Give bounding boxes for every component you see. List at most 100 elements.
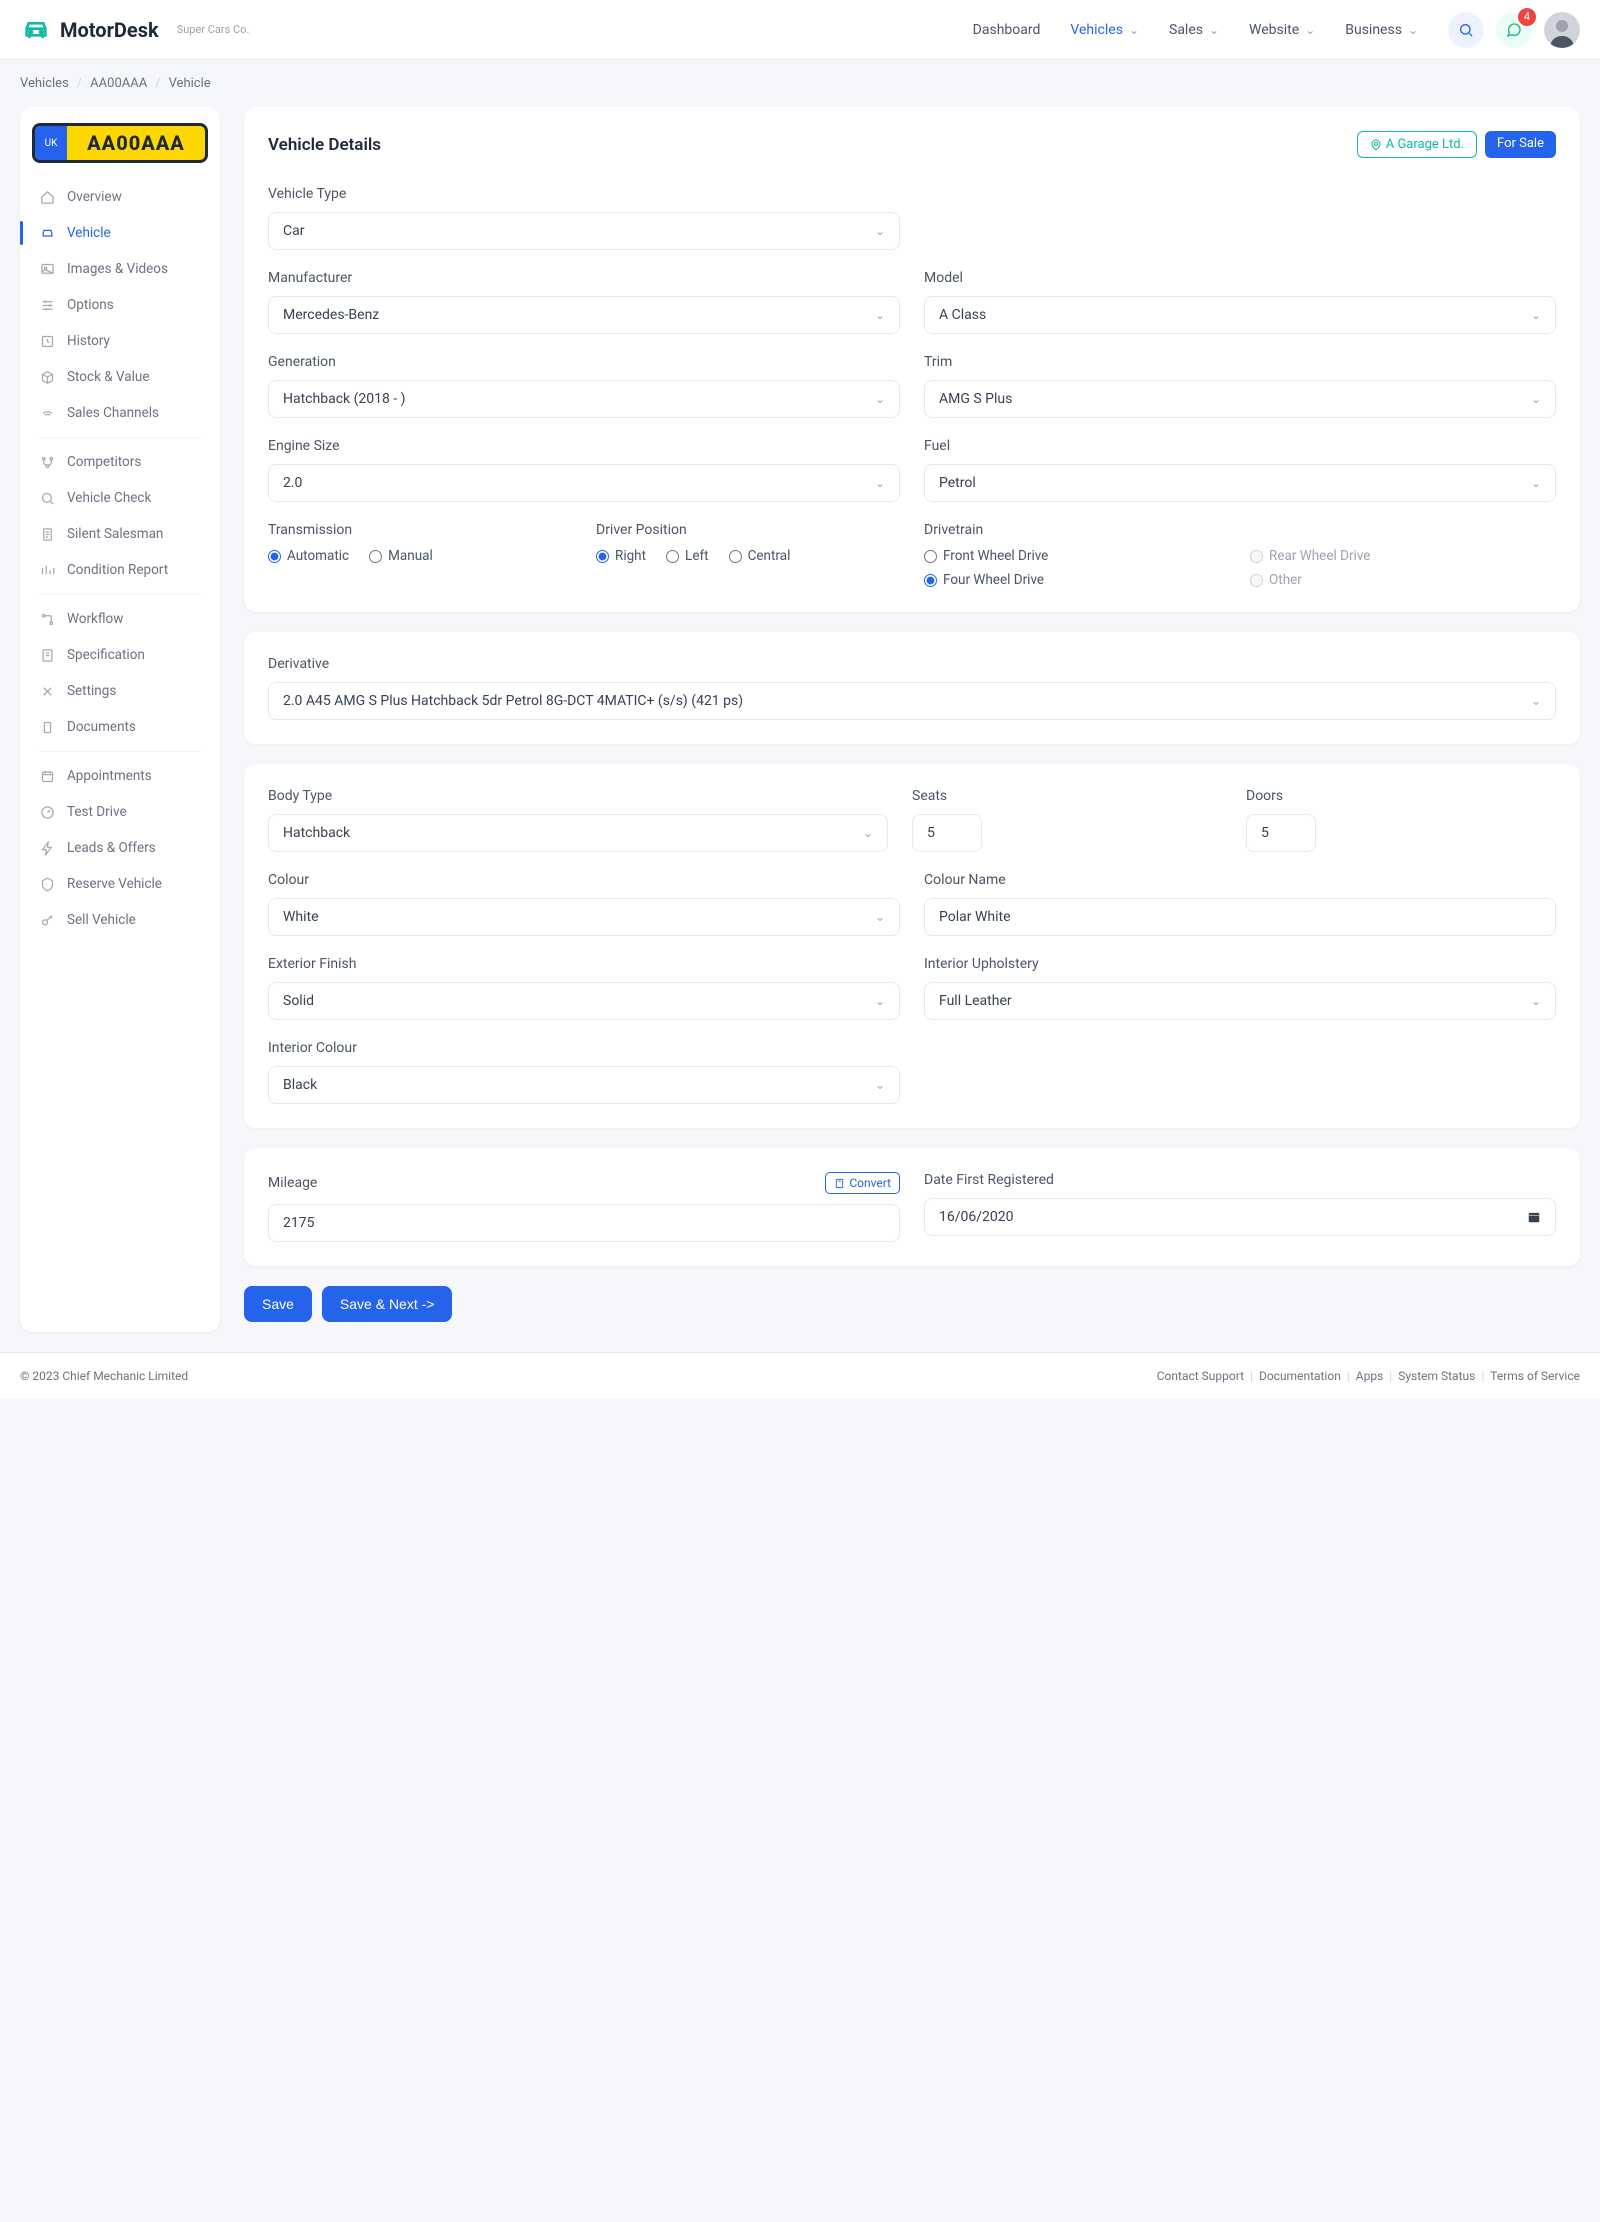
footer-link-contact-support[interactable]: Contact Support — [1157, 1369, 1244, 1383]
select-colour[interactable]: White⌄ — [268, 898, 900, 936]
chevron-down-icon: ⌄ — [1531, 476, 1541, 490]
radio-right[interactable]: Right — [596, 548, 646, 564]
sidebar-item-overview[interactable]: Overview — [20, 179, 220, 215]
sidebar-item-sell-vehicle[interactable]: Sell Vehicle — [20, 902, 220, 938]
breadcrumb-item[interactable]: AA00AAA — [90, 76, 147, 91]
select-trim[interactable]: AMG S Plus⌄ — [924, 380, 1556, 418]
radio-other: Other — [1250, 572, 1556, 588]
sidebar-item-reserve-vehicle[interactable]: Reserve Vehicle — [20, 866, 220, 902]
input-mileage[interactable]: 2175 — [268, 1204, 900, 1242]
nav-sales[interactable]: Sales⌄ — [1169, 22, 1219, 38]
label-derivative: Derivative — [268, 656, 1556, 672]
sidebar-item-settings[interactable]: Settings — [20, 673, 220, 709]
sidebar-item-documents[interactable]: Documents — [20, 709, 220, 745]
label-colour: Colour — [268, 872, 900, 888]
select-exterior-finish[interactable]: Solid⌄ — [268, 982, 900, 1020]
radio-left[interactable]: Left — [666, 548, 709, 564]
input-doors[interactable]: 5 — [1246, 814, 1316, 852]
select-fuel[interactable]: Petrol⌄ — [924, 464, 1556, 502]
field-transmission: Transmission Automatic Manual — [268, 522, 572, 588]
search-icon — [1458, 22, 1474, 38]
label-model: Model — [924, 270, 1556, 286]
report-icon — [40, 563, 55, 578]
select-manufacturer[interactable]: Mercedes-Benz⌄ — [268, 296, 900, 334]
radio-four-wheel-drive[interactable]: Four Wheel Drive — [924, 572, 1230, 588]
sidebar-item-appointments[interactable]: Appointments — [20, 758, 220, 794]
sidebar-item-test-drive[interactable]: Test Drive — [20, 794, 220, 830]
field-exterior-finish: Exterior Finish Solid⌄ — [268, 956, 900, 1020]
body-card: Body Type Hatchback⌄ Seats 5 Doors 5 Col… — [244, 764, 1580, 1128]
label-colour-name: Colour Name — [924, 872, 1556, 888]
sidebar-item-competitors[interactable]: Competitors — [20, 444, 220, 480]
logo[interactable]: MotorDesk Super Cars Co. — [20, 14, 249, 46]
input-colour-name[interactable]: Polar White — [924, 898, 1556, 936]
sidebar-item-specification[interactable]: Specification — [20, 637, 220, 673]
label-interior-upholstery: Interior Upholstery — [924, 956, 1556, 972]
chevron-down-icon: ⌄ — [1531, 392, 1541, 406]
radio-front-wheel-drive[interactable]: Front Wheel Drive — [924, 548, 1230, 564]
location-badge[interactable]: A Garage Ltd. — [1357, 131, 1477, 158]
sidebar-item-history[interactable]: History — [20, 323, 220, 359]
chat-button[interactable]: 4 — [1496, 12, 1532, 48]
sidebar-item-stock-value[interactable]: Stock & Value — [20, 359, 220, 395]
chevron-down-icon: ⌄ — [1305, 23, 1315, 37]
select-engine-size[interactable]: 2.0⌄ — [268, 464, 900, 502]
label-transmission: Transmission — [268, 522, 572, 538]
field-drivetrain: Drivetrain Front Wheel DriveRear Wheel D… — [924, 522, 1556, 588]
sidebar-item-vehicle-check[interactable]: Vehicle Check — [20, 480, 220, 516]
input-seats[interactable]: 5 — [912, 814, 982, 852]
sidebar-item-images-videos[interactable]: Images & Videos — [20, 251, 220, 287]
input-date-registered[interactable]: 16/06/2020 — [924, 1198, 1556, 1236]
sidebar-item-leads-offers[interactable]: Leads & Offers — [20, 830, 220, 866]
derivative-card: Derivative 2.0 A45 AMG S Plus Hatchback … — [244, 632, 1580, 744]
select-vehicle-type[interactable]: Car⌄ — [268, 212, 900, 250]
sidebar-item-options[interactable]: Options — [20, 287, 220, 323]
radio-manual[interactable]: Manual — [369, 548, 433, 564]
chevron-down-icon: ⌄ — [1129, 23, 1139, 37]
card-title: Vehicle Details — [268, 135, 381, 155]
user-avatar[interactable] — [1544, 12, 1580, 48]
footer-link-system-status[interactable]: System Status — [1398, 1369, 1475, 1383]
search-button[interactable] — [1448, 12, 1484, 48]
sidebar-item-condition-report[interactable]: Condition Report — [20, 552, 220, 588]
signal-icon — [40, 406, 55, 421]
sidebar-item-workflow[interactable]: Workflow — [20, 601, 220, 637]
save-button[interactable]: Save — [244, 1286, 312, 1322]
breadcrumb-item[interactable]: Vehicles — [20, 76, 69, 91]
save-next-button[interactable]: Save & Next -> — [322, 1286, 453, 1322]
field-driver-position: Driver Position RightLeftCentral — [596, 522, 900, 588]
sidebar-item-vehicle[interactable]: Vehicle — [20, 215, 220, 251]
nav-website[interactable]: Website⌄ — [1249, 22, 1315, 38]
select-body-type[interactable]: Hatchback⌄ — [268, 814, 888, 852]
radio-central[interactable]: Central — [729, 548, 791, 564]
nav-business[interactable]: Business⌄ — [1345, 22, 1418, 38]
cal-icon — [40, 769, 55, 784]
sidebar-item-silent-salesman[interactable]: Silent Salesman — [20, 516, 220, 552]
status-badge[interactable]: For Sale — [1485, 131, 1556, 158]
sidebar-item-sales-channels[interactable]: Sales Channels — [20, 395, 220, 431]
chevron-down-icon: ⌄ — [1531, 308, 1541, 322]
convert-button[interactable]: Convert — [825, 1172, 900, 1194]
select-interior-upholstery[interactable]: Full Leather⌄ — [924, 982, 1556, 1020]
footer-link-documentation[interactable]: Documentation — [1259, 1369, 1341, 1383]
chevron-down-icon: ⌄ — [875, 308, 885, 322]
footer-link-terms-of-service[interactable]: Terms of Service — [1490, 1369, 1580, 1383]
field-generation: Generation Hatchback (2018 - )⌄ — [268, 354, 900, 418]
chevron-down-icon: ⌄ — [875, 476, 885, 490]
select-interior-colour[interactable]: Black⌄ — [268, 1066, 900, 1104]
select-generation[interactable]: Hatchback (2018 - )⌄ — [268, 380, 900, 418]
field-interior-upholstery: Interior Upholstery Full Leather⌄ — [924, 956, 1556, 1020]
chevron-down-icon: ⌄ — [875, 392, 885, 406]
footer-link-apps[interactable]: Apps — [1356, 1369, 1384, 1383]
nav-dashboard[interactable]: Dashboard — [973, 22, 1041, 38]
avatar-icon — [1544, 12, 1580, 48]
radio-automatic[interactable]: Automatic — [268, 548, 349, 564]
label-manufacturer: Manufacturer — [268, 270, 900, 286]
doc-icon — [40, 527, 55, 542]
select-derivative[interactable]: 2.0 A45 AMG S Plus Hatchback 5dr Petrol … — [268, 682, 1556, 720]
box-icon — [40, 370, 55, 385]
select-model[interactable]: A Class⌄ — [924, 296, 1556, 334]
image-icon — [40, 262, 55, 277]
field-trim: Trim AMG S Plus⌄ — [924, 354, 1556, 418]
nav-vehicles[interactable]: Vehicles⌄ — [1070, 22, 1139, 38]
